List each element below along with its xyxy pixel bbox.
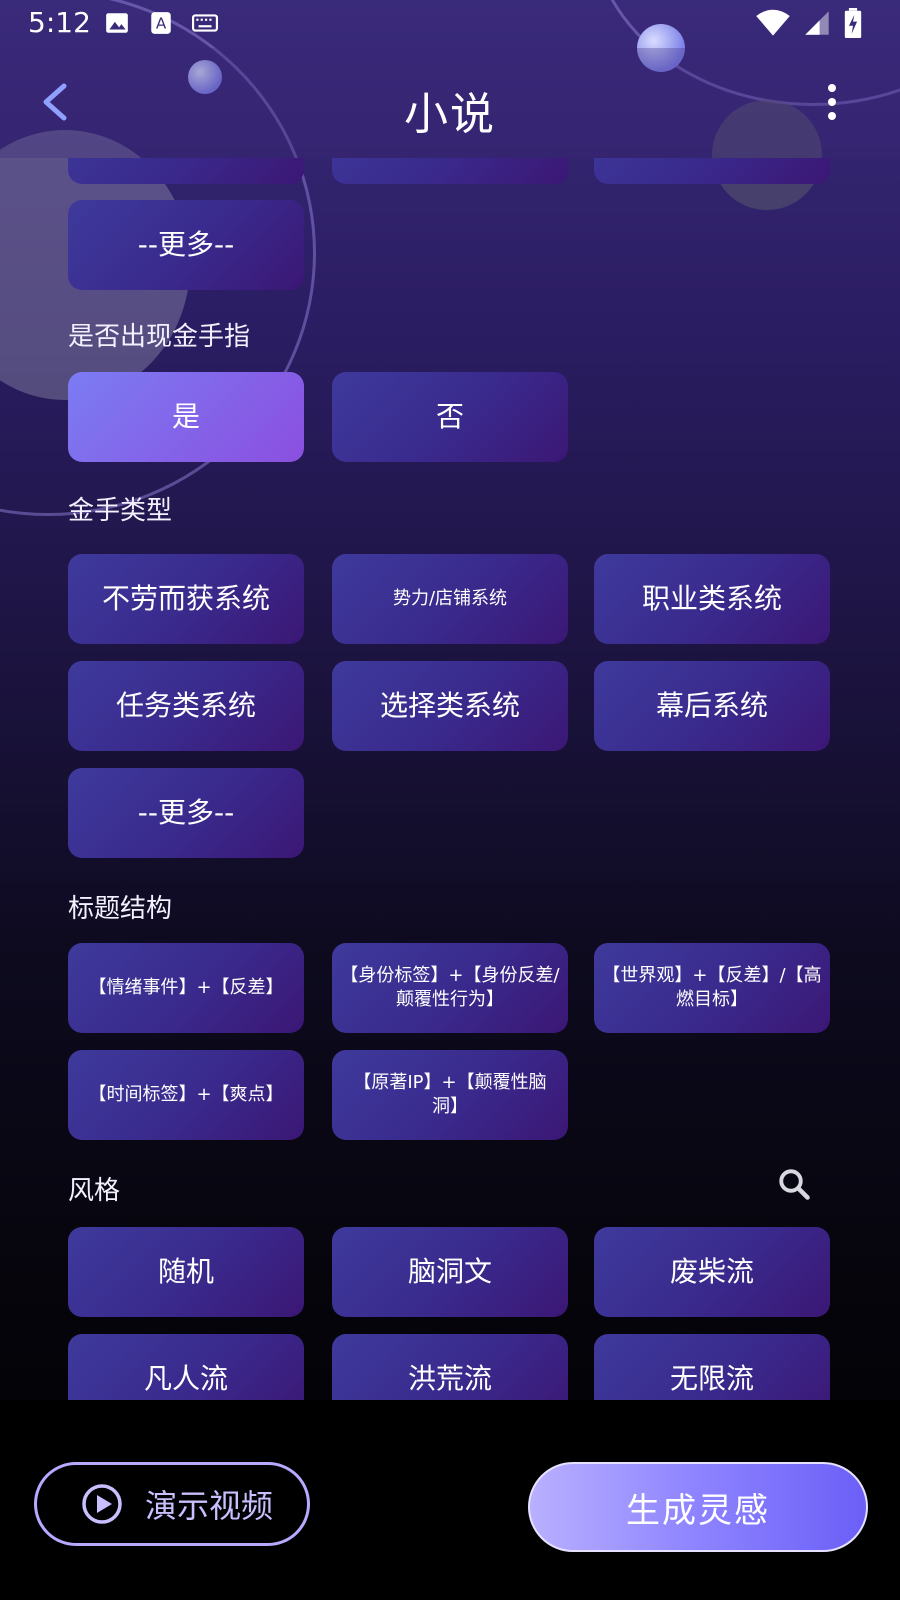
finger-type-option[interactable]: 势力/店铺系统 <box>332 554 568 644</box>
more-button[interactable]: --更多-- <box>68 200 304 290</box>
finger-type-option[interactable]: 幕后系统 <box>594 661 830 751</box>
style-option[interactable]: 废柴流 <box>594 1227 830 1317</box>
style-option[interactable]: 无限流 <box>594 1334 830 1400</box>
option-yes[interactable]: 是 <box>68 372 304 462</box>
finger-type-option[interactable]: 任务类系统 <box>68 661 304 751</box>
section-label-golden-finger: 是否出现金手指 <box>68 322 251 352</box>
title-structure-option[interactable]: 【时间标签】+【爽点】 <box>68 1050 304 1140</box>
content-scroll[interactable]: --更多-- 是否出现金手指 是 否 金手类型 不劳而获系统 势力/店铺系统 职… <box>0 158 900 1400</box>
option-button-partial[interactable] <box>594 158 830 184</box>
demo-video-label: 演示视频 <box>145 1487 274 1525</box>
search-icon[interactable] <box>776 1166 812 1202</box>
more-button[interactable]: --更多-- <box>68 768 304 858</box>
gallery-icon <box>106 13 128 33</box>
bottom-action-bar: 演示视频 生成灵感 <box>0 1400 900 1600</box>
title-structure-option[interactable]: 【原著IP】+【颠覆性脑洞】 <box>332 1050 568 1140</box>
app-header: 小说 <box>0 48 900 158</box>
section-label-title-structure: 标题结构 <box>68 894 173 924</box>
style-option[interactable]: 洪荒流 <box>332 1334 568 1400</box>
signal-icon <box>805 11 829 35</box>
section-label-finger-type: 金手类型 <box>68 496 173 526</box>
more-vert-icon[interactable] <box>824 82 840 122</box>
svg-text:A: A <box>156 14 167 32</box>
battery-charging-icon <box>844 8 862 38</box>
page-title: 小说 <box>404 89 496 140</box>
generate-inspiration-button[interactable]: 生成灵感 <box>528 1462 868 1552</box>
style-option[interactable]: 随机 <box>68 1227 304 1317</box>
title-structure-option[interactable]: 【世界观】+【反差】/【高燃目标】 <box>594 943 830 1033</box>
text-a-icon: A <box>151 12 171 34</box>
wifi-icon <box>756 9 790 36</box>
option-button-partial[interactable] <box>332 158 568 184</box>
finger-type-option[interactable]: 职业类系统 <box>594 554 830 644</box>
title-structure-option[interactable]: 【身份标签】+【身份反差/颠覆性行为】 <box>332 943 568 1033</box>
demo-video-button[interactable]: 演示视频 <box>34 1462 310 1546</box>
title-structure-option[interactable]: 【情绪事件】+【反差】 <box>68 943 304 1033</box>
style-option[interactable]: 凡人流 <box>68 1334 304 1400</box>
option-no[interactable]: 否 <box>332 372 568 462</box>
keyboard-icon <box>192 14 218 32</box>
finger-type-option[interactable]: 选择类系统 <box>332 661 568 751</box>
section-label-style: 风格 <box>68 1176 121 1206</box>
status-time: 5:12 <box>28 6 91 39</box>
finger-type-option[interactable]: 不劳而获系统 <box>68 554 304 644</box>
play-circle-icon <box>82 1484 122 1524</box>
status-bar: 5:12 A <box>0 0 900 48</box>
style-option[interactable]: 脑洞文 <box>332 1227 568 1317</box>
option-button-partial[interactable] <box>68 158 304 184</box>
